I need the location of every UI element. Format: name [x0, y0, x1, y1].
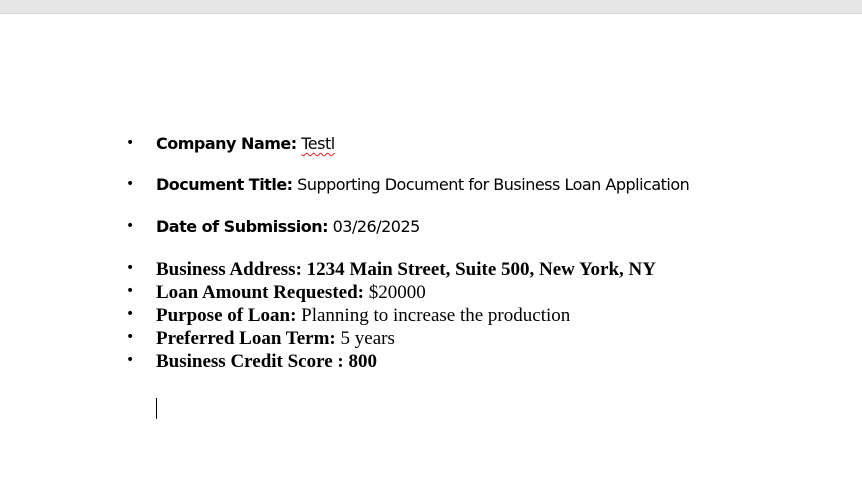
bullet: • — [126, 135, 135, 151]
bullet: • — [126, 329, 135, 345]
purpose-label: Purpose of Loan: — [156, 305, 297, 326]
loan-term-value[interactable]: 5 years — [341, 328, 395, 349]
loan-term-label: Preferred Loan Term: — [156, 328, 336, 349]
bullet: • — [126, 283, 135, 299]
company-name-value[interactable]: Testl — [301, 134, 335, 153]
text-cursor — [156, 398, 157, 419]
loan-amount-value[interactable]: $20000 — [369, 282, 426, 303]
bullet: • — [126, 218, 135, 234]
date-label: Date of Submission: — [156, 217, 329, 236]
bullet: • — [126, 260, 135, 276]
company-name-label: Company Name: — [156, 134, 297, 153]
window-top-bar — [0, 0, 862, 14]
purpose-value[interactable]: Planning to increase the production — [301, 305, 570, 326]
document-page[interactable]: • Company Name: Testl • Document Title: … — [0, 14, 862, 492]
bullet: • — [126, 176, 135, 192]
document-title-label: Document Title: — [156, 175, 293, 194]
bullet: • — [126, 306, 135, 322]
business-address-label[interactable]: Business Address: 1234 Main Street, Suit… — [156, 259, 656, 280]
bullet: • — [126, 352, 135, 368]
loan-amount-label: Loan Amount Requested: — [156, 282, 364, 303]
date-value[interactable]: 03/26/2025 — [333, 217, 421, 236]
credit-score-label[interactable]: Business Credit Score : 800 — [156, 351, 377, 372]
document-title-value[interactable]: Supporting Document for Business Loan Ap… — [297, 175, 690, 194]
